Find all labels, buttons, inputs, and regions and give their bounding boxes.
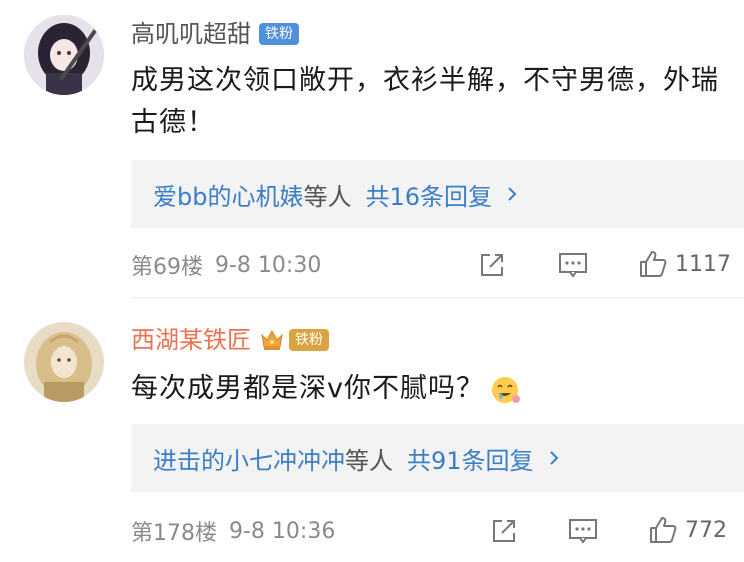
comment-icon[interactable] (567, 516, 599, 546)
reply-users[interactable]: 爱bb的心机婊 (153, 177, 303, 212)
like-button[interactable]: 1117 (637, 248, 731, 280)
reply-preview[interactable]: 爱bb的心机婊 等人 共16条回复 (131, 160, 744, 228)
crown-icon (261, 329, 283, 350)
reply-count[interactable]: 共16条回复 (365, 177, 492, 212)
reply-preview[interactable]: 进击的小七冲冲冲 等人 共91条回复 (131, 424, 744, 492)
reply-count[interactable]: 共91条回复 (407, 441, 534, 476)
reply-etc: 等人 (345, 446, 393, 475)
meta-row: 第178楼 9-8 10:36 772 (131, 514, 736, 548)
chevron-right-icon (549, 451, 558, 465)
comment-text: 每次成男都是深v你不腻吗？ (131, 368, 726, 410)
reply-etc: 等人 (303, 182, 352, 211)
name-row: 高叽叽超甜 铁粉 (131, 17, 299, 51)
like-count: 772 (685, 517, 727, 543)
comment-item: 西湖某铁匠 铁粉 每次成男都是深v你不腻吗？ 进击的小七冲冲冲 等人 共91条回… (0, 298, 744, 562)
like-icon (637, 248, 669, 280)
timestamp: 9-8 10:36 (229, 518, 336, 544)
chevron-right-icon (508, 187, 517, 201)
timestamp: 9-8 10:30 (215, 252, 322, 278)
username[interactable]: 高叽叽超甜 (131, 17, 251, 51)
comment-icon[interactable] (557, 250, 589, 280)
reply-users[interactable]: 进击的小七冲冲冲 (153, 441, 345, 476)
like-button[interactable]: 772 (647, 514, 727, 546)
repost-icon[interactable] (489, 516, 519, 546)
comment-text: 成男这次领口敞开，衣衫半解，不守男德，外瑞古德！ (131, 65, 719, 138)
comment-item: 高叽叽超甜 铁粉 成男这次领口敞开，衣衫半解，不守男德，外瑞古德！ 爱bb的心机… (0, 0, 744, 297)
like-icon (647, 514, 679, 546)
comment-text-content: 每次成男都是深v你不腻吗？ (131, 373, 484, 404)
drooling-face-emoji (491, 376, 520, 403)
floor-number: 第69楼 (131, 255, 203, 280)
like-count: 1117 (675, 251, 731, 277)
avatar[interactable] (24, 15, 104, 95)
fan-badge: 铁粉 (289, 329, 329, 351)
floor-number: 第178楼 (131, 521, 217, 546)
repost-icon[interactable] (477, 250, 507, 280)
username[interactable]: 西湖某铁匠 (131, 323, 251, 357)
fan-badge: 铁粉 (259, 23, 299, 45)
name-row: 西湖某铁匠 铁粉 (131, 323, 329, 357)
avatar[interactable] (24, 322, 104, 402)
meta-row: 第69楼 9-8 10:30 1117 (131, 248, 736, 282)
